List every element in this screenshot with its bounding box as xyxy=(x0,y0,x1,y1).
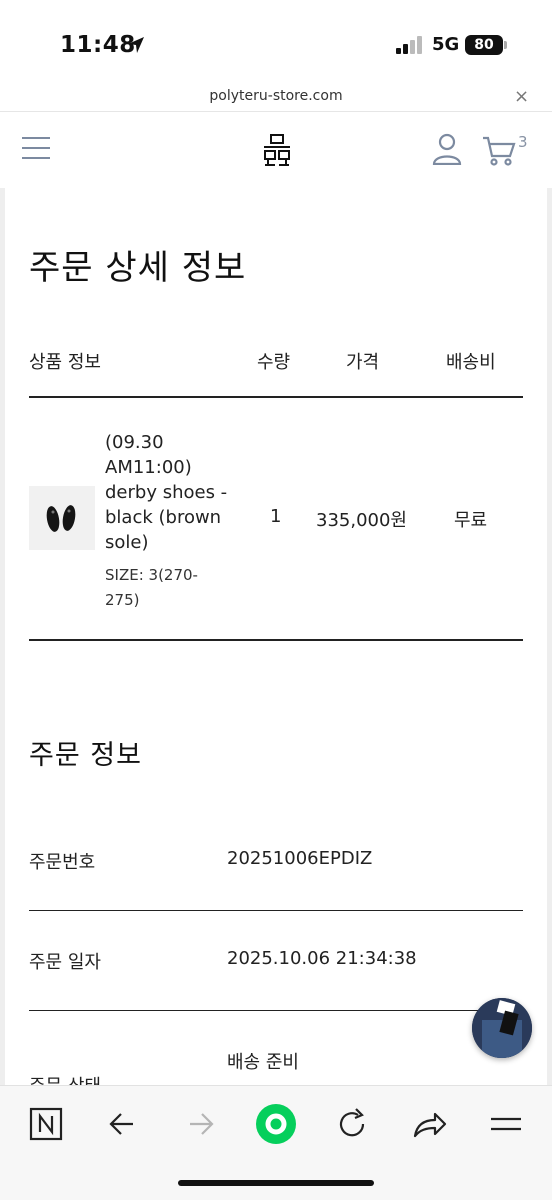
url-bar[interactable]: polyteru-store.com × xyxy=(0,84,552,112)
home-indicator xyxy=(178,1180,374,1186)
header-product: 상품 정보 xyxy=(29,352,101,373)
url-text[interactable]: polyteru-store.com xyxy=(0,88,552,104)
share-icon[interactable] xyxy=(409,1104,449,1144)
status-time: 11:48 xyxy=(60,32,136,58)
table-header-divider xyxy=(29,396,523,398)
back-arrow-icon[interactable] xyxy=(103,1104,143,1144)
battery-level: 80 xyxy=(465,35,503,55)
row-divider xyxy=(29,910,523,911)
cart-count: 3 xyxy=(518,133,528,151)
content-edge-right xyxy=(547,188,552,1085)
close-icon[interactable]: × xyxy=(514,86,529,107)
cart-icon[interactable] xyxy=(482,135,516,167)
naver-icon[interactable] xyxy=(26,1104,66,1144)
menu-icon[interactable] xyxy=(22,137,50,161)
item-qty: 1 xyxy=(270,506,282,527)
header-shipping: 배송비 xyxy=(446,352,496,373)
row-divider xyxy=(29,1010,523,1011)
user-icon[interactable] xyxy=(432,133,462,165)
site-header: 3 xyxy=(0,113,552,187)
product-size: SIZE: 3(270-275) xyxy=(105,566,198,609)
order-date-label: 주문 일자 xyxy=(29,952,101,973)
order-number-value: 20251006EPDIZ xyxy=(227,848,373,869)
network-type: 5G xyxy=(432,34,460,55)
order-status-label: 주문 상태 xyxy=(29,1072,101,1085)
green-home-icon[interactable] xyxy=(256,1104,296,1144)
order-info-title: 주문 정보 xyxy=(29,740,142,771)
product-thumbnail[interactable] xyxy=(29,486,95,550)
header-price: 가격 xyxy=(346,352,380,373)
more-menu-icon[interactable] xyxy=(486,1104,526,1144)
location-arrow-icon xyxy=(128,37,144,53)
header-qty: 수량 xyxy=(257,352,291,373)
floating-chat-button[interactable] xyxy=(472,998,532,1058)
brand-logo-icon[interactable] xyxy=(262,133,292,167)
product-name-link[interactable]: (09.30 AM11:00) derby shoes - black (bro… xyxy=(105,430,235,555)
item-price: 335,000원 xyxy=(316,510,407,531)
reload-icon[interactable] xyxy=(332,1104,372,1144)
signal-icon xyxy=(396,36,422,54)
order-number-label: 주문번호 xyxy=(29,852,96,873)
order-status-value: 배송 준비 xyxy=(227,1052,299,1073)
battery-tip xyxy=(504,41,507,49)
order-detail-content: 주문 상세 정보 상품 정보 수량 가격 배송비 (09.30 AM11:00)… xyxy=(0,188,552,1085)
forward-arrow-icon xyxy=(190,1113,214,1135)
table-bottom-divider xyxy=(29,639,523,641)
item-shipping: 무료 xyxy=(454,510,488,531)
content-edge-left xyxy=(0,188,5,1085)
order-date-value: 2025.10.06 21:34:38 xyxy=(227,948,417,969)
status-bar: 11:48 5G 80 xyxy=(0,0,552,84)
page-title: 주문 상세 정보 xyxy=(29,248,247,288)
